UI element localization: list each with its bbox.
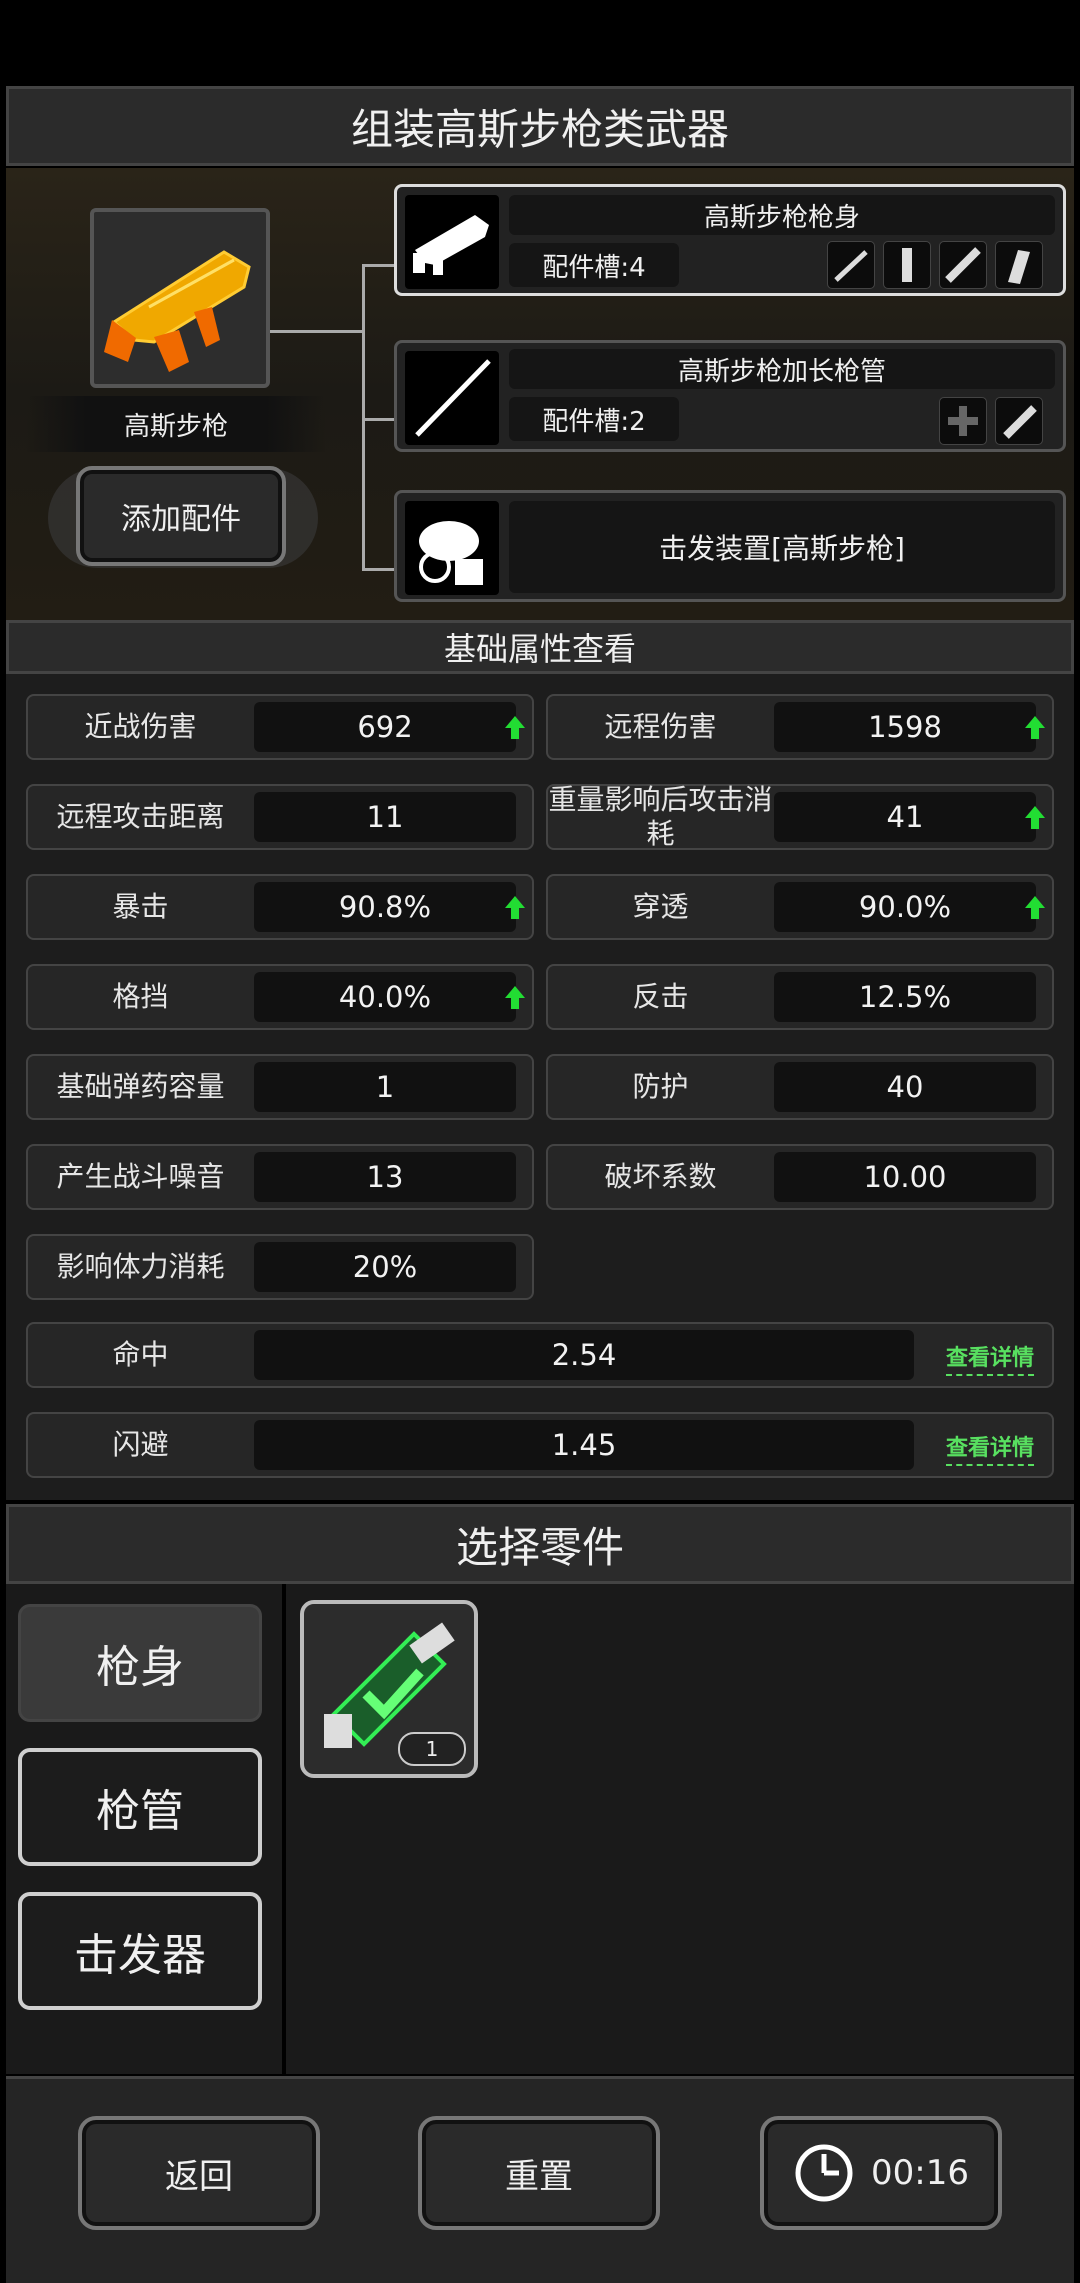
stat-cell: 格挡 40.0%	[26, 964, 534, 1030]
stat-value: 41	[774, 792, 1036, 842]
page-title-bar: 组装高斯步枪类武器	[6, 86, 1074, 166]
trigger-device-icon	[405, 501, 499, 595]
back-button[interactable]: 返回	[78, 2116, 320, 2230]
select-section-header: 选择零件	[6, 1504, 1074, 1584]
view-details-link[interactable]: 查看详情	[945, 1430, 1034, 1466]
stat-label: 近战伤害	[84, 710, 197, 743]
connector-line	[362, 568, 398, 571]
stat-label: 格挡	[112, 980, 169, 1013]
stat-label: 穿透	[632, 890, 689, 923]
reset-button[interactable]: 重置	[418, 2116, 660, 2230]
timer-button[interactable]: 00:16	[760, 2116, 1002, 2230]
stat-hit: 命中 2.54 查看详情	[26, 1322, 1054, 1388]
stat-value: 692	[254, 702, 516, 752]
stat-cell: 反击 12.5%	[546, 964, 1054, 1030]
select-section-title: 选择零件	[455, 1522, 624, 1572]
increase-arrow-icon	[505, 986, 525, 1010]
weapon-panel: 高斯步枪 添加配件 高斯步枪枪身 配件槽:4 高斯步枪加长枪管 配件槽:2 击发…	[6, 168, 1074, 620]
part-name: 击发装置[高斯步枪]	[509, 501, 1055, 593]
stat-dodge: 闪避 1.45 查看详情	[26, 1412, 1054, 1478]
stat-label: 基础弹药容量	[56, 1070, 225, 1103]
stat-label: 重量影响后攻击消耗	[548, 783, 773, 850]
accessory-slot-grip[interactable]	[883, 241, 931, 289]
timer-text: 00:16	[871, 2153, 969, 2193]
stat-cell: 近战伤害 692	[26, 694, 534, 760]
accessory-slot-empty-plus-icon[interactable]	[939, 397, 987, 445]
stat-label: 反击	[632, 980, 689, 1013]
stat-label: 防护	[632, 1070, 689, 1103]
accessory-slot-scope[interactable]	[939, 241, 987, 289]
stat-cell: 防护 40	[546, 1054, 1054, 1120]
stat-value: 40	[774, 1062, 1036, 1112]
stat-label: 远程伤害	[604, 710, 717, 743]
gauss-rifle-icon	[104, 250, 251, 372]
accessory-slot-magazine[interactable]	[995, 241, 1043, 289]
stats-section-title: 基础属性查看	[443, 630, 636, 668]
inventory-item[interactable]: 1	[300, 1600, 478, 1778]
stat-cell: 影响体力消耗 20%	[26, 1234, 534, 1300]
stat-value: 12.5%	[774, 972, 1036, 1022]
accessory-slot-sight[interactable]	[827, 241, 875, 289]
slot-count: 配件槽:2	[509, 397, 679, 441]
increase-arrow-icon	[505, 896, 525, 920]
stat-value: 1	[254, 1062, 516, 1112]
stat-value: 10.00	[774, 1152, 1036, 1202]
stat-value: 2.54	[254, 1330, 914, 1380]
tab-barrel[interactable]: 枪管	[18, 1748, 262, 1866]
stat-label: 影响体力消耗	[56, 1250, 225, 1283]
stat-cell: 远程攻击距离 11	[26, 784, 534, 850]
stat-label: 暴击	[112, 890, 169, 923]
stat-cell: 产生战斗噪音 13	[26, 1144, 534, 1210]
page-title: 组装高斯步枪类武器	[350, 104, 729, 154]
stat-cell: 暴击 90.8%	[26, 874, 534, 940]
part-name: 高斯步枪枪身	[509, 195, 1055, 235]
stat-label: 破坏系数	[604, 1160, 717, 1193]
stat-value: 11	[254, 792, 516, 842]
increase-arrow-icon	[1025, 896, 1045, 920]
stat-cell: 穿透 90.0%	[546, 874, 1054, 940]
stat-cell: 破坏系数 10.00	[546, 1144, 1054, 1210]
accessory-slot-muzzle[interactable]	[995, 397, 1043, 445]
tab-trigger[interactable]: 击发器	[18, 1892, 262, 2010]
gun-body-icon	[405, 195, 499, 289]
weapon-name-bar: 高斯步枪	[26, 396, 326, 452]
stat-value: 20%	[254, 1242, 516, 1292]
stat-value: 1598	[774, 702, 1036, 752]
clock-icon	[795, 2144, 853, 2202]
view-details-link[interactable]: 查看详情	[945, 1340, 1034, 1376]
stat-value: 1.45	[254, 1420, 914, 1470]
stat-cell: 基础弹药容量 1	[26, 1054, 534, 1120]
weapon-name: 高斯步枪	[123, 411, 228, 442]
item-count-badge: 1	[398, 1732, 466, 1766]
stat-value: 90.8%	[254, 882, 516, 932]
slot-count: 配件槽:4	[509, 243, 679, 287]
stat-label: 产生战斗噪音	[56, 1160, 225, 1193]
stats-section-header: 基础属性查看	[6, 620, 1074, 674]
stat-value: 90.0%	[774, 882, 1036, 932]
connector-line	[362, 264, 365, 568]
weapon-image-frame[interactable]	[90, 208, 270, 388]
part-gun-body[interactable]: 高斯步枪枪身 配件槽:4	[394, 184, 1066, 296]
stat-value: 40.0%	[254, 972, 516, 1022]
part-barrel[interactable]: 高斯步枪加长枪管 配件槽:2	[394, 340, 1066, 452]
tab-gun-body[interactable]: 枪身	[18, 1604, 262, 1722]
increase-arrow-icon	[1025, 806, 1045, 830]
connector-line	[362, 264, 398, 267]
stat-cell: 远程伤害 1598	[546, 694, 1054, 760]
connector-line	[362, 418, 398, 421]
stat-label: 远程攻击距离	[56, 800, 225, 833]
increase-arrow-icon	[1025, 716, 1045, 740]
stat-value: 13	[254, 1152, 516, 1202]
increase-arrow-icon	[505, 716, 525, 740]
part-name: 高斯步枪加长枪管	[509, 349, 1055, 389]
add-accessory-button[interactable]: 添加配件	[76, 466, 286, 566]
stat-label: 闪避	[112, 1428, 169, 1461]
connector-line	[268, 330, 364, 333]
part-trigger[interactable]: 击发装置[高斯步枪]	[394, 490, 1066, 602]
barrel-icon	[405, 351, 499, 445]
stat-label: 命中	[112, 1338, 169, 1371]
stat-cell: 重量影响后攻击消耗 41	[546, 783, 1054, 850]
